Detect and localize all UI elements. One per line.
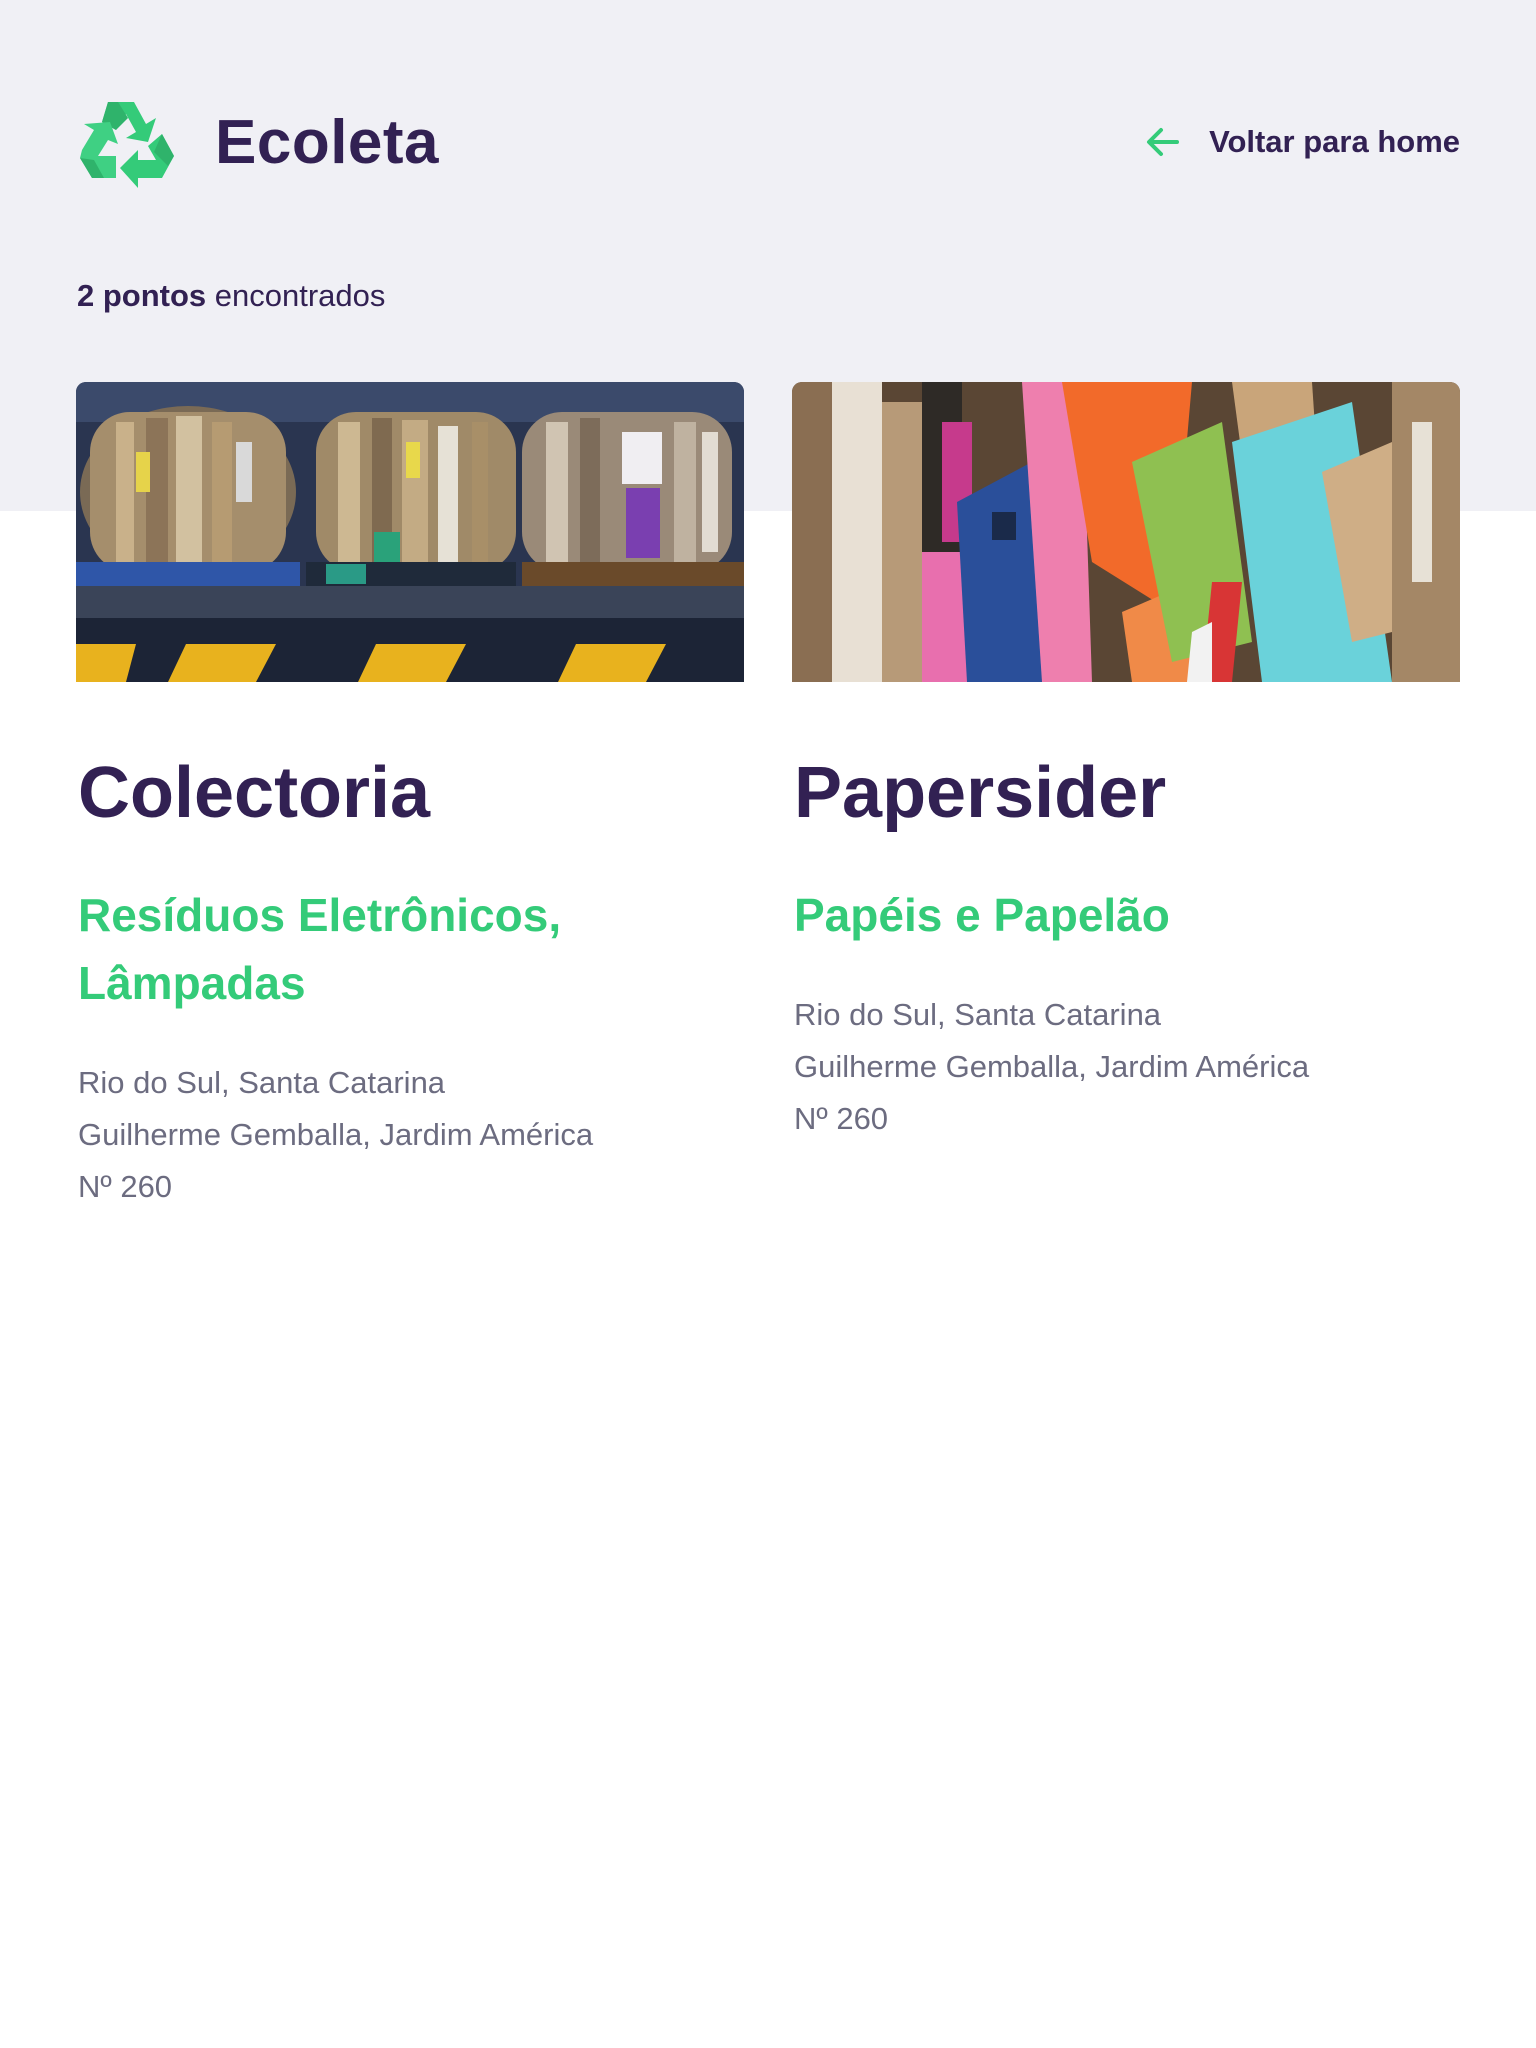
address-city: Rio do Sul, Santa Catarina	[78, 1065, 446, 1101]
point-name: Colectoria	[78, 753, 431, 833]
points-list: Colectoria Resíduos Eletrônicos, Lâmpada…	[76, 382, 1460, 1213]
brand: Ecoleta	[76, 94, 439, 190]
page-header: Ecoleta Voltar para home	[76, 88, 1460, 196]
point-address: Rio do Sul, Santa Catarina Guilherme Gem…	[78, 1057, 744, 1213]
point-name: Papersider	[794, 753, 1167, 833]
point-card[interactable]: Papersider Papéis e Papelão Rio do Sul, …	[792, 382, 1460, 1213]
results-count-text: encontrados	[206, 278, 386, 313]
address-number: Nº 260	[794, 1101, 889, 1137]
point-address: Rio do Sul, Santa Catarina Guilherme Gem…	[794, 989, 1460, 1145]
address-street: Guilherme Gemballa, Jardim América	[78, 1117, 594, 1153]
point-card[interactable]: Colectoria Resíduos Eletrônicos, Lâmpada…	[76, 382, 744, 1213]
address-street: Guilherme Gemballa, Jardim América	[794, 1049, 1310, 1085]
brand-name: Ecoleta	[215, 107, 440, 177]
point-image	[76, 382, 744, 682]
results-count-number: 2 pontos	[77, 278, 207, 313]
address-city: Rio do Sul, Santa Catarina	[794, 997, 1162, 1033]
address-number: Nº 260	[78, 1169, 173, 1205]
back-to-home-link[interactable]: Voltar para home	[1143, 122, 1460, 162]
point-items: Resíduos Eletrônicos, Lâmpadas	[78, 889, 562, 1010]
arrow-left-icon	[1147, 128, 1180, 156]
back-link-label: Voltar para home	[1209, 124, 1460, 159]
results-count: 2 pontos encontrados	[77, 278, 385, 314]
search-results-page: Ecoleta Voltar para home 2 pontos encont…	[0, 0, 1536, 2048]
point-image	[792, 382, 1460, 682]
point-items: Papéis e Papelão	[794, 889, 1170, 942]
recycle-icon	[80, 102, 174, 188]
